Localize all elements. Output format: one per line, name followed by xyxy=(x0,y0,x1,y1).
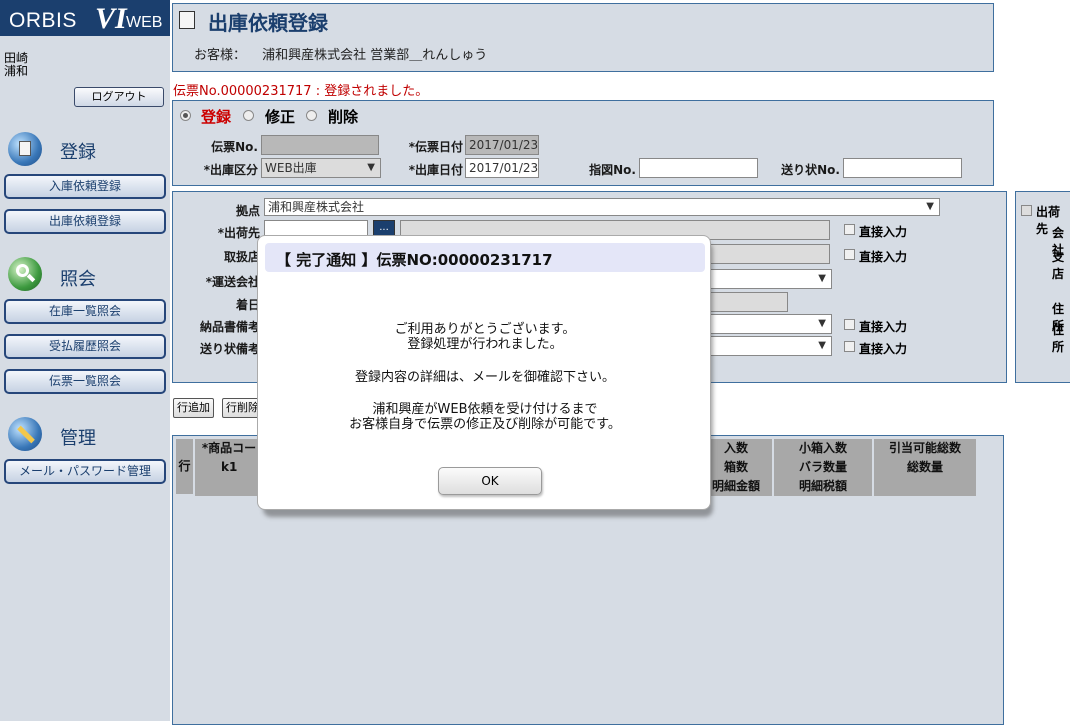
chevron-down-icon: ▼ xyxy=(818,273,826,284)
dialog-line-5: お客様自身で伝票の修正及び削除が可能です。 xyxy=(349,417,621,432)
customer-value: 浦和興産株式会社 営業部＿れんしゅう xyxy=(262,48,488,63)
section-label-inquiry: 照会 xyxy=(60,269,96,290)
ship-info-checkbox[interactable] xyxy=(1021,205,1032,216)
section-label-register: 登録 xyxy=(60,142,96,163)
completion-dialog: 【 完了通知 】伝票NO:00000231717 ご利用ありがとうございます。 … xyxy=(257,235,711,510)
wrench-icon xyxy=(8,417,42,451)
branch-label: 支店 xyxy=(1052,250,1065,281)
sashizu-label: 指図No. xyxy=(589,163,636,177)
grid-header-loose-qty: バラ数量 xyxy=(774,458,872,477)
nav-history-button[interactable]: 受払履歴照会 xyxy=(4,334,166,359)
arrival-label: 着日 xyxy=(235,298,260,312)
slip-date-label: *伝票日付 xyxy=(408,140,463,154)
ship-type-value: WEB出庫 xyxy=(265,161,317,175)
dialog-header: 【 完了通知 】伝票NO:00000231717 xyxy=(265,243,705,272)
mode-register-label: 登録 xyxy=(201,108,232,126)
mode-delete-label: 削除 xyxy=(328,108,359,126)
logo-text-right: WEB xyxy=(126,14,163,31)
base-select[interactable]: 浦和興産株式会社 ▼ xyxy=(264,198,940,216)
mode-delete-radio[interactable] xyxy=(306,110,317,121)
address2-label: 住所 xyxy=(1052,323,1065,354)
base-label: 拠点 xyxy=(235,204,260,218)
app-logo: ORBIS VI WEB xyxy=(0,0,170,36)
grid-header-total-qty: 総数量 xyxy=(874,458,976,477)
dialog-title: 【 完了通知 】伝票NO:00000231717 xyxy=(276,251,553,269)
ship-type-label: *出庫区分 xyxy=(203,163,258,177)
direct-input-label: 直接入力 xyxy=(859,250,908,264)
logo-text-left: ORBIS xyxy=(9,9,77,32)
user-branch: 浦和 xyxy=(4,64,29,78)
ship-date-field[interactable]: 2017/01/23 xyxy=(465,158,539,178)
document-icon xyxy=(179,11,195,29)
search-icon xyxy=(8,257,42,291)
chevron-down-icon: ▼ xyxy=(818,340,826,351)
chevron-down-icon: ▼ xyxy=(367,162,375,173)
slip-date-field[interactable]: 2017/01/23 xyxy=(465,135,539,155)
section-label-admin: 管理 xyxy=(60,428,96,449)
add-row-button[interactable]: 行追加 xyxy=(173,398,214,418)
mode-register-radio[interactable] xyxy=(180,110,191,121)
invoice-note-label: 送り状備考 xyxy=(199,342,260,356)
grid-header-small-box: 小箱入数 xyxy=(774,439,872,458)
okurijo-label: 送り状No. xyxy=(781,163,840,177)
destination-direct-checkbox[interactable] xyxy=(844,224,855,235)
status-message: 伝票No.00000231717 : 登録されました。 xyxy=(173,84,429,99)
nav-mail-password-button[interactable]: メール・パスワード管理 xyxy=(4,459,166,484)
destination-label: *出荷先 xyxy=(217,226,260,240)
okurijo-field[interactable] xyxy=(843,158,962,178)
base-value: 浦和興産株式会社 xyxy=(268,200,365,214)
ship-date-label: *出庫日付 xyxy=(408,163,463,177)
chevron-down-icon: ▼ xyxy=(926,201,934,212)
ok-button[interactable]: OK xyxy=(438,467,542,495)
sidebar: ORBIS VI WEB 田崎 浦和 ログアウト 登録 入庫依頼登録 出庫依頼登… xyxy=(0,0,170,721)
grid-header-available-total: 引当可能総数 xyxy=(874,439,976,458)
dealer-direct-checkbox[interactable] xyxy=(844,249,855,260)
delivery-note-direct-checkbox[interactable] xyxy=(844,319,855,330)
logo-mark: VI xyxy=(95,2,127,35)
carrier-label: *運送会社 xyxy=(205,275,260,289)
slip-no-label: 伝票No. xyxy=(211,140,258,154)
chevron-down-icon: ▼ xyxy=(818,318,826,329)
nav-inbound-request-button[interactable]: 入庫依頼登録 xyxy=(4,174,166,199)
grid-header-row: 行 xyxy=(176,439,193,494)
logout-button[interactable]: ログアウト xyxy=(74,87,164,107)
nav-stock-list-button[interactable]: 在庫一覧照会 xyxy=(4,299,166,324)
direct-input-label: 直接入力 xyxy=(859,342,908,356)
direct-input-label: 直接入力 xyxy=(859,225,908,239)
dealer-label: 取扱店 xyxy=(223,250,260,264)
ship-type-select[interactable]: WEB出庫 ▼ xyxy=(261,158,381,178)
slip-no-field[interactable] xyxy=(261,135,379,155)
invoice-note-direct-checkbox[interactable] xyxy=(844,341,855,352)
customer-info: お客様： 浦和興産株式会社 営業部＿れんしゅう xyxy=(194,44,487,63)
grid-header-empty xyxy=(874,477,976,496)
nav-slip-list-button[interactable]: 伝票一覧照会 xyxy=(4,369,166,394)
mode-edit-label: 修正 xyxy=(265,108,296,126)
mode-edit-radio[interactable] xyxy=(243,110,254,121)
customer-label: お客様： xyxy=(194,48,247,63)
page-title: 出庫依頼登録 xyxy=(208,11,328,35)
delivery-note-label: 納品書備考 xyxy=(199,320,260,334)
grid-header-line-tax: 明細税額 xyxy=(774,477,872,496)
nav-outbound-request-button[interactable]: 出庫依頼登録 xyxy=(4,209,166,234)
sashizu-field[interactable] xyxy=(639,158,758,178)
direct-input-label: 直接入力 xyxy=(859,320,908,334)
register-icon xyxy=(8,132,42,166)
dialog-line-2: 登録処理が行われました。 xyxy=(407,337,563,352)
dialog-line-3: 登録内容の詳細は、メールを御確認下さい。 xyxy=(354,370,615,385)
